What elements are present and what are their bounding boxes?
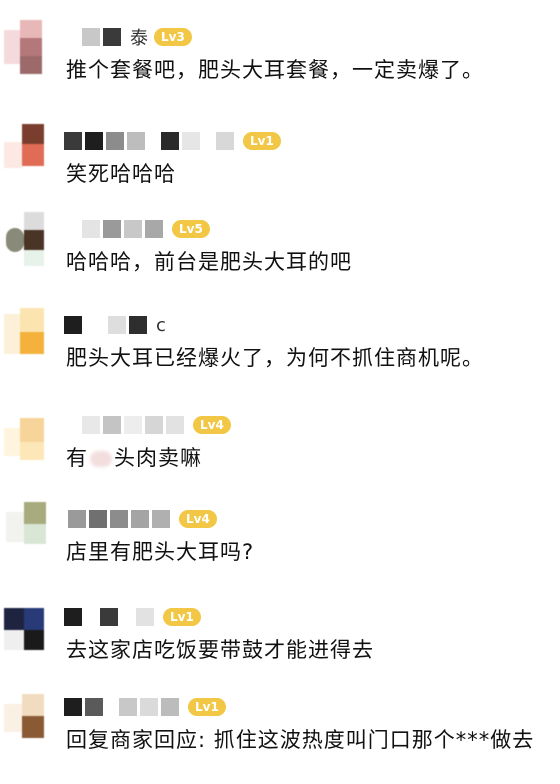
comment-item: Lv1 去这家店吃饭要带鼓才能进得去 <box>0 600 560 694</box>
avatar[interactable] <box>4 212 58 266</box>
comment-item: 泰 Lv3 推个套餐吧，肥头大耳套餐，一定卖爆了。 <box>0 20 560 114</box>
level-badge: Lv5 <box>172 220 210 238</box>
avatar[interactable] <box>4 408 58 462</box>
level-badge: Lv4 <box>179 510 217 528</box>
avatar[interactable] <box>4 690 58 744</box>
avatar[interactable] <box>4 20 58 74</box>
comment-item: Lv1 笑死哈哈哈 <box>0 124 560 218</box>
username[interactable]: 泰 Lv3 <box>64 24 192 50</box>
comment-item: Lv1 回复商家回应: 抓住这波热度叫门口那个***做去 <box>0 690 560 784</box>
avatar[interactable] <box>4 124 58 178</box>
comment-item: Lv4 有 头肉卖嘛 <box>0 408 560 502</box>
comment-text: 店里有肥头大耳吗? <box>66 540 255 564</box>
username[interactable]: c <box>64 312 166 338</box>
comment-text: 有 头肉卖嘛 <box>66 442 202 472</box>
username[interactable]: Lv4 <box>64 412 231 438</box>
comment-text-pre: 有 <box>66 446 88 470</box>
comment-text: 推个套餐吧，肥头大耳套餐，一定卖爆了。 <box>66 58 484 82</box>
comment-text: 回复商家回应: 抓住这波热度叫门口那个***做去 <box>66 728 535 752</box>
username[interactable]: Lv1 <box>64 604 201 630</box>
avatar[interactable] <box>4 600 58 654</box>
comment-text: 肥头大耳已经爆火了，为何不抓住商机呢。 <box>66 346 484 370</box>
level-badge: Lv1 <box>163 608 201 626</box>
level-badge: Lv3 <box>154 28 192 46</box>
username[interactable]: Lv1 <box>64 694 226 720</box>
comment-item: Lv5 哈哈哈，前台是肥头大耳的吧 <box>0 212 560 306</box>
username[interactable]: Lv5 <box>64 216 210 242</box>
username[interactable]: Lv4 <box>64 506 217 532</box>
comment-text-post: 头肉卖嘛 <box>114 446 202 470</box>
blurred-emoji-icon <box>90 451 112 467</box>
username-suffix: 泰 <box>130 28 148 49</box>
comment-text: 哈哈哈，前台是肥头大耳的吧 <box>66 250 352 274</box>
level-badge: Lv4 <box>193 416 231 434</box>
avatar[interactable] <box>4 308 58 362</box>
username[interactable]: Lv1 <box>64 128 281 154</box>
comment-item: c 肥头大耳已经爆火了，为何不抓住商机呢。 <box>0 308 560 402</box>
comment-text: 笑死哈哈哈 <box>66 162 176 186</box>
username-suffix: c <box>156 314 166 336</box>
comment-text: 去这家店吃饭要带鼓才能进得去 <box>66 638 374 662</box>
avatar[interactable] <box>4 502 58 556</box>
level-badge: Lv1 <box>188 698 226 716</box>
comment-item: Lv4 店里有肥头大耳吗? <box>0 502 560 596</box>
level-badge: Lv1 <box>243 132 281 150</box>
